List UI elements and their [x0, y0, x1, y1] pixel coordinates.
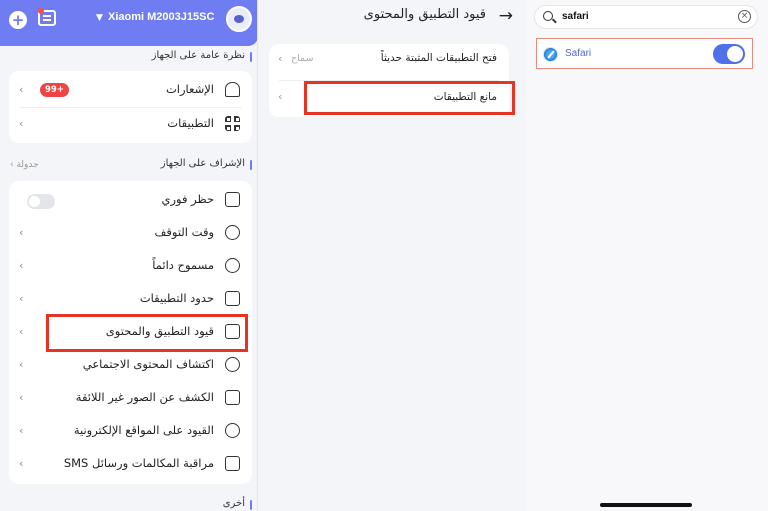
app-root: + ▼ Xiaomi M2003J15SC نظرة عامة على الجه…	[0, 0, 768, 511]
message-icon	[225, 456, 240, 471]
planet-icon	[225, 423, 240, 438]
row-downtime[interactable]: ‹ وقت التوقف	[9, 217, 252, 249]
row-inappropriate-images[interactable]: ‹ الكشف عن الصور غير اللائقة	[9, 382, 252, 414]
row-app-limits[interactable]: ‹ حدود التطبيقات	[9, 283, 252, 315]
instant-block-toggle[interactable]	[27, 194, 55, 209]
middle-panel: → قيود التطبيق والمحتوى ‹ سماح فتح التطب…	[258, 0, 526, 511]
row-label: قيود التطبيق والمحتوى	[105, 324, 214, 338]
clock-icon	[225, 225, 240, 240]
eye-icon	[225, 357, 240, 372]
doc-gear-icon	[225, 324, 240, 339]
device-name[interactable]: Xiaomi M2003J15SC	[108, 11, 214, 23]
top-bar: + ▼ Xiaomi M2003J15SC	[0, 0, 257, 46]
lock-icon	[225, 192, 240, 207]
chevron-left-icon: ‹	[19, 226, 24, 239]
row-label: حدود التطبيقات	[139, 291, 214, 305]
box-icon	[225, 291, 240, 306]
arrow-back-icon[interactable]: →	[499, 6, 513, 26]
row-calls-sms[interactable]: ‹ مراقبة المكالمات ورسائل SMS	[9, 448, 252, 480]
row-label-app-blocker[interactable]: مانع التطبيقات	[434, 91, 497, 103]
section-title-supervision: الإشراف على الجهاز	[160, 158, 253, 170]
avatar[interactable]	[226, 6, 252, 32]
row-notifications[interactable]: ‹ 99+ الإشعارات	[9, 74, 252, 106]
row-label: الكشف عن الصور غير اللائقة	[75, 390, 214, 404]
chevron-left-icon: ‹	[19, 457, 24, 470]
chevron-left-icon: ‹	[19, 424, 24, 437]
page-title: قيود التطبيق والمحتوى	[363, 7, 486, 22]
left-panel: + ▼ Xiaomi M2003J15SC نظرة عامة على الجه…	[0, 0, 258, 511]
section-title-overview: نظرة عامة على الجهاز	[151, 50, 253, 62]
chevron-left-icon: ‹	[19, 117, 24, 130]
app-name: Safari	[565, 48, 592, 59]
home-indicator	[600, 503, 692, 507]
row-label: القيود على المواقع الإلكترونية	[73, 423, 214, 437]
app-row-safari[interactable]: Safari	[536, 38, 753, 69]
row-label: الإشعارات	[165, 82, 214, 96]
chevron-left-icon: ‹	[278, 90, 283, 103]
bell-icon	[225, 82, 240, 97]
row-label: التطبيقات	[167, 116, 214, 130]
restrictions-card: ‹ سماح فتح التطبيقات المثبتة حديثاً ‹ ما…	[269, 44, 509, 117]
row-website-restrictions[interactable]: ‹ القيود على المواقع الإلكترونية	[9, 415, 252, 447]
chevron-left-icon: ‹	[19, 358, 24, 371]
search-icon	[543, 11, 553, 21]
clear-icon[interactable]: ×	[738, 10, 751, 23]
row-label: مراقبة المكالمات ورسائل SMS	[63, 456, 214, 470]
row-label: اكتشاف المحتوى الاجتماعي	[82, 357, 214, 371]
safari-toggle[interactable]	[713, 44, 745, 64]
row-apps[interactable]: ‹ التطبيقات	[9, 108, 252, 140]
count-badge: 99+	[40, 83, 69, 97]
supervision-card: حظر فوري ‹ وقت التوقف ‹ مسموح دائماً ‹ ح…	[9, 181, 252, 484]
row-social-content[interactable]: ‹ اكتشاف المحتوى الاجتماعي	[9, 349, 252, 381]
chevron-left-icon: ‹	[19, 292, 24, 305]
row-label-new-apps[interactable]: فتح التطبيقات المثبتة حديثاً	[381, 52, 497, 64]
chevron-left-icon: ‹	[19, 83, 24, 96]
row-always-allowed[interactable]: ‹ مسموح دائماً	[9, 250, 252, 282]
chevron-left-icon: ‹	[19, 259, 24, 272]
check-shield-icon	[225, 258, 240, 273]
image-icon	[225, 390, 240, 405]
row-value[interactable]: سماح	[291, 53, 313, 64]
row-label: مسموح دائماً	[152, 258, 214, 272]
row-label: وقت التوقف	[154, 225, 214, 239]
search-bar[interactable]: safari ×	[534, 5, 758, 29]
chevron-down-icon[interactable]: ▼	[96, 13, 103, 23]
plus-icon[interactable]: +	[9, 11, 27, 29]
divider	[279, 80, 499, 81]
chevron-left-icon: ‹	[278, 52, 283, 65]
safari-icon	[543, 47, 558, 62]
row-app-content-restrictions[interactable]: ‹ قيود التطبيق والمحتوى	[9, 316, 252, 348]
chevron-left-icon: ‹	[19, 325, 24, 338]
search-input[interactable]: safari	[562, 11, 589, 22]
right-panel: safari × Safari	[526, 0, 768, 511]
notification-dot	[38, 8, 44, 14]
apps-grid-icon	[225, 116, 240, 131]
row-label: حظر فوري	[161, 192, 214, 206]
section-title-other: أخرى	[222, 498, 253, 510]
row-instant-block[interactable]: حظر فوري	[9, 184, 252, 216]
overview-card: ‹ 99+ الإشعارات ‹ التطبيقات	[9, 71, 252, 143]
chevron-left-icon: ‹	[19, 391, 24, 404]
schedule-link[interactable]: ‹ جدولة	[10, 160, 39, 170]
